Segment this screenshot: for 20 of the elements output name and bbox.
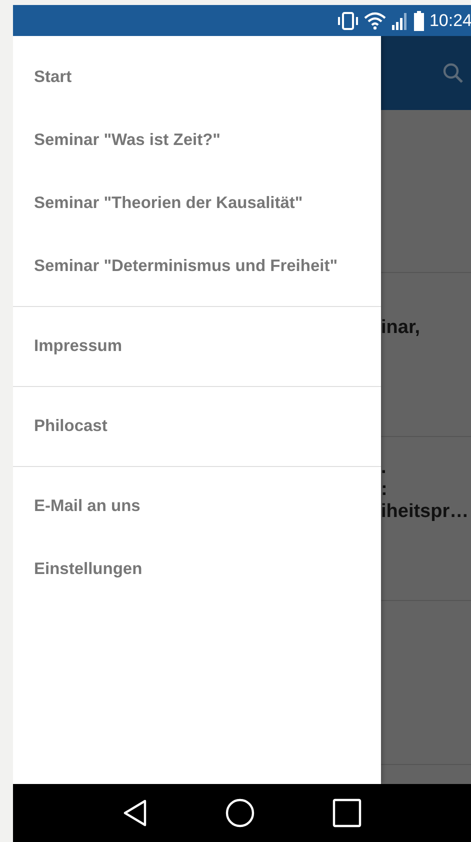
- drawer-item[interactable]: Einstellungen: [13, 538, 381, 601]
- recents-icon[interactable]: [332, 798, 362, 828]
- card-title: iheitspr…: [381, 501, 470, 523]
- drawer-item[interactable]: Philocast: [13, 395, 381, 458]
- drawer-item[interactable]: Seminar "Was ist Zeit?": [13, 109, 381, 172]
- wifi-icon: [364, 12, 386, 30]
- back-icon[interactable]: [122, 799, 148, 827]
- battery-icon: [414, 10, 424, 30]
- home-icon[interactable]: [224, 798, 255, 828]
- drawer-item[interactable]: Impressum: [13, 315, 381, 378]
- vibrate-icon: [337, 12, 360, 30]
- drawer-item[interactable]: Seminar "Theorien der Kausalität": [13, 172, 381, 235]
- signal-icon: [391, 12, 410, 30]
- card-title: :: [381, 479, 388, 501]
- search-icon[interactable]: [441, 61, 465, 85]
- card-title: inar,: [381, 317, 422, 339]
- drawer-item[interactable]: E-Mail an uns: [13, 475, 381, 538]
- drawer-item[interactable]: Start: [13, 46, 381, 109]
- card-title: .: [381, 457, 388, 479]
- drawer-item[interactable]: Seminar "Determinismus und Freiheit": [13, 235, 381, 298]
